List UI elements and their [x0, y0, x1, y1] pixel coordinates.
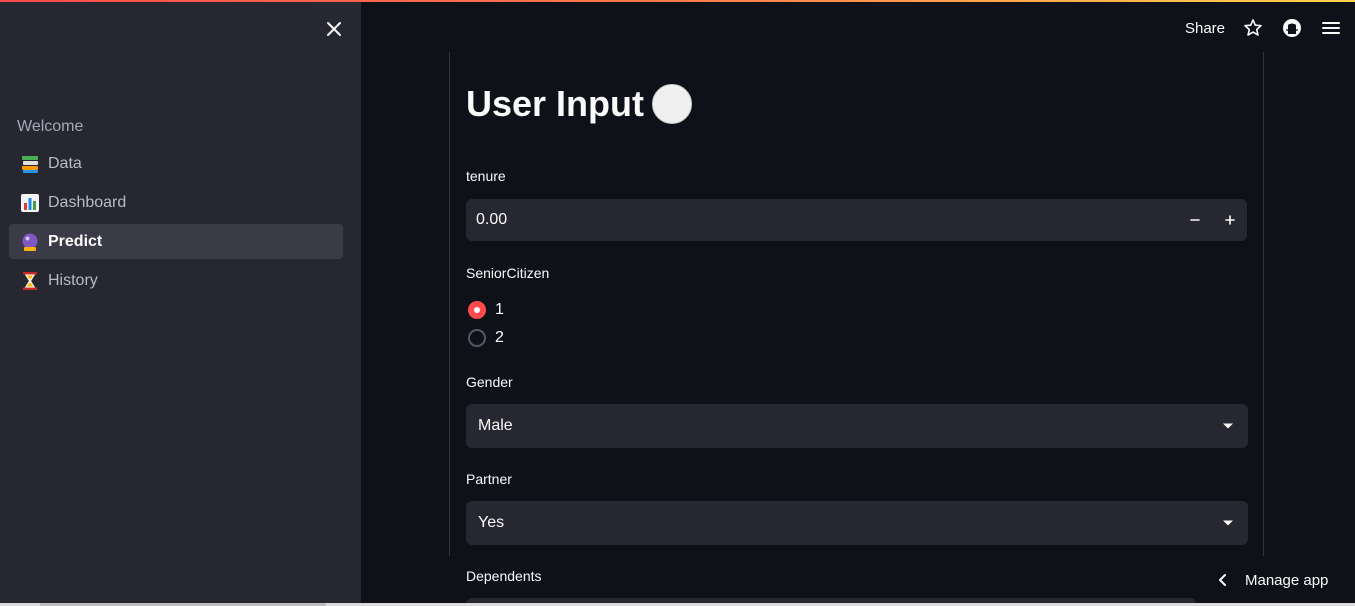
radio-option-label: 1 [495, 301, 504, 318]
radio-button-unchecked[interactable] [468, 329, 486, 347]
star-icon [1244, 19, 1262, 36]
sidebar-item-label: History [48, 271, 98, 289]
gender-select[interactable]: Male [466, 404, 1248, 448]
sidebar-item-label: Dashboard [48, 193, 127, 211]
sidebar-item-dashboard[interactable]: Dashboard [9, 185, 343, 220]
top-decoration-bar [0, 0, 1355, 2]
gender-label: Gender [466, 374, 513, 390]
page-title: User Input [466, 80, 693, 128]
bar-chart-icon [21, 193, 39, 212]
sidebar-item-data[interactable]: Data [9, 146, 343, 181]
dropdown-arrow[interactable] [1208, 501, 1248, 545]
crystal-ball-icon [22, 233, 38, 251]
gender-selected-value: Male [478, 417, 513, 434]
close-icon [327, 22, 341, 36]
radio-button-checked[interactable] [468, 301, 486, 319]
sidebar-nav: Welcome Data Dashboard Predict History [9, 108, 343, 302]
senior-citizen-label: SeniorCitizen [466, 265, 550, 281]
share-button[interactable]: Share [1185, 20, 1225, 37]
tenure-value[interactable]: 0.00 [466, 211, 1177, 229]
sidebar-item-predict[interactable]: Predict [9, 224, 343, 259]
close-sidebar-button[interactable] [320, 15, 348, 43]
senior-citizen-option-2[interactable]: 2 [466, 327, 504, 349]
hourglass-icon [23, 271, 37, 290]
tenure-number-input[interactable]: 0.00 [466, 199, 1247, 241]
sidebar-item-history[interactable]: History [9, 263, 343, 298]
header-toolbar: Share [1185, 14, 1355, 42]
sidebar: Welcome Data Dashboard Predict History [0, 0, 361, 606]
tenure-label: tenure [466, 168, 506, 184]
sidebar-item-label: Data [48, 154, 82, 172]
favorite-button[interactable] [1241, 16, 1265, 40]
dropdown-arrow[interactable] [1208, 404, 1248, 448]
decrement-button[interactable] [1177, 199, 1212, 241]
partner-select[interactable]: Yes [466, 501, 1248, 545]
hamburger-menu-icon [1322, 22, 1340, 34]
sidebar-item-label: Welcome [17, 118, 84, 135]
manage-app-toggle[interactable] [1211, 568, 1235, 592]
sidebar-item-label: Predict [48, 232, 103, 250]
increment-button[interactable] [1212, 199, 1247, 241]
github-icon [1283, 19, 1301, 37]
caret-down-icon [1223, 423, 1233, 429]
white-circle-icon [652, 84, 693, 124]
radio-dot [474, 307, 480, 313]
caret-down-icon [1223, 520, 1233, 526]
partner-selected-value: Yes [478, 514, 505, 531]
main-menu-button[interactable] [1319, 16, 1343, 40]
plus-icon [1224, 215, 1235, 225]
dependents-label: Dependents [466, 568, 542, 584]
page-title-text: User Input [466, 83, 645, 124]
books-icon [22, 155, 38, 173]
manage-app-label: Manage app [1245, 571, 1329, 589]
radio-option-label: 2 [495, 329, 504, 346]
minus-icon [1189, 219, 1200, 221]
chevron-left-icon [1219, 574, 1226, 586]
manage-app-button[interactable]: Manage app [1211, 566, 1328, 594]
github-button[interactable] [1280, 16, 1304, 40]
partner-label: Partner [466, 471, 512, 487]
sidebar-item-welcome[interactable]: Welcome [9, 108, 343, 146]
senior-citizen-option-1[interactable]: 1 [466, 299, 504, 321]
